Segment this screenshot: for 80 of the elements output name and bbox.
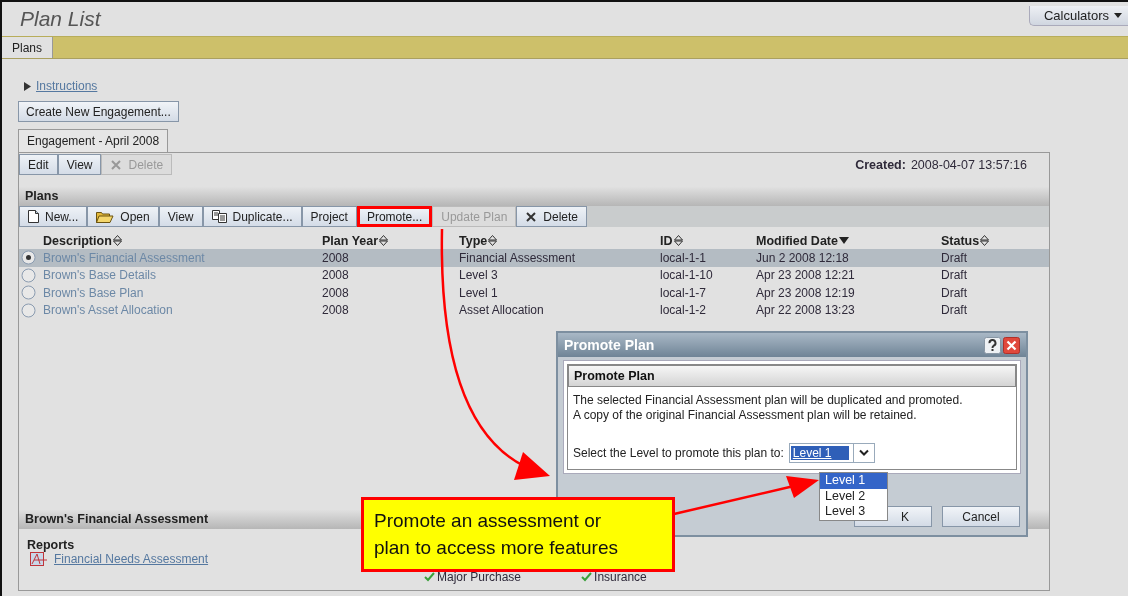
check-label: Insurance: [594, 570, 647, 584]
table-cell-text: 2008: [322, 250, 350, 265]
report-icon: [30, 552, 48, 566]
delete-icon: [525, 210, 538, 223]
table-cell-text: Draft: [941, 250, 968, 265]
column-header[interactable]: ID: [660, 233, 756, 248]
toolbar-button[interactable]: Duplicate...: [202, 206, 302, 227]
table-cell-text: Apr 23 2008 12:21: [756, 268, 856, 283]
select-label: Select the Level to promote this plan to:: [573, 446, 784, 460]
table-cell-text: 2008: [322, 303, 350, 318]
engagement-tab[interactable]: Engagement - April 2008: [18, 129, 169, 152]
table-cell-text: 2008: [322, 285, 350, 300]
table-cell-text: Apr 23 2008 12:19: [756, 285, 856, 300]
column-header[interactable]: Description: [43, 233, 322, 248]
created-value: 2008-04-07 13:57:16: [910, 157, 1027, 172]
table-cell-text: Apr 22 2008 13:23: [756, 303, 856, 318]
table-cell-text: Brown's Base Details: [43, 268, 157, 283]
table-row[interactable]: Brown's Base Details 2008 Level 3 local-1-10 Apr 23 2008 12:21 Draft: [19, 266, 1049, 284]
callout-note: Promote an assessment or plan to access more features: [361, 497, 675, 572]
toolbar-button[interactable]: Project: [301, 206, 357, 227]
reports-label: Reports: [27, 538, 75, 552]
section-header: Plans: [19, 186, 1049, 206]
dropdown-option[interactable]: Level 1: [820, 473, 887, 489]
section-title: Promote Plan: [568, 365, 1016, 387]
table-cell-text: Level 1: [459, 285, 499, 300]
dialog-title: Promote Plan: [564, 337, 655, 353]
table-cell-text: Draft: [941, 268, 968, 283]
table-cell-text: Draft: [941, 303, 968, 318]
toolbar-button[interactable]: Edit: [19, 154, 58, 175]
toolbar-button[interactable]: View: [57, 154, 102, 175]
expand-icon[interactable]: [23, 81, 31, 91]
radio-button[interactable]: [21, 285, 36, 301]
table-cell-text: Brown's Base Plan: [43, 285, 145, 300]
table-cell-text: Financial Assessment: [459, 250, 577, 265]
column-header[interactable]: Modified Date: [756, 233, 941, 248]
document-icon: [28, 210, 39, 223]
table-cell-text: local-1-1: [660, 250, 708, 265]
close-icon[interactable]: [1003, 336, 1020, 354]
instructions-link[interactable]: Instructions: [36, 79, 98, 93]
column-header[interactable]: Status: [941, 233, 1049, 248]
radio-button[interactable]: [21, 302, 36, 318]
column-header[interactable]: Plan Year: [322, 233, 459, 248]
table-cell-text: Draft: [941, 285, 968, 300]
toolbar-button[interactable]: New...: [19, 206, 88, 227]
calculators-button[interactable]: Calculators: [1028, 6, 1128, 26]
help-icon[interactable]: [984, 336, 1001, 354]
table-row[interactable]: Brown's Asset Allocation 2008 Asset Allocation local-1-2 Apr 22 2008 13:23 Draft: [19, 301, 1049, 319]
table-cell-text: local-1-10: [660, 268, 714, 283]
created-label: Created:: [855, 157, 906, 172]
toolbar-button[interactable]: Delete: [516, 206, 587, 227]
table-cell-text: Brown's Asset Allocation: [43, 303, 174, 318]
table-cell-text: Jun 2 2008 12:18: [756, 250, 850, 265]
dropdown-option[interactable]: Level 2: [820, 488, 887, 504]
column-header[interactable]: Type: [459, 233, 660, 248]
caret-icon: [1114, 13, 1122, 18]
folder-icon: [96, 210, 115, 223]
message-text: The selected Financial Assessment plan will be duplicated and promoted.: [573, 393, 964, 408]
level-dropdown[interactable]: Level 1: [788, 443, 875, 463]
check-label: Major Purchase: [437, 570, 522, 584]
page-title: Plan List: [20, 7, 101, 31]
tab[interactable]: Plans: [2, 37, 54, 58]
message-text: A copy of the original Financial Assessment plan will be retained.: [573, 408, 918, 423]
cancel-button[interactable]: Cancel: [942, 506, 1020, 527]
toolbar-button[interactable]: Promote...: [356, 206, 433, 227]
copy-icon: [211, 210, 227, 223]
delete-icon: [110, 158, 123, 171]
radio-button[interactable]: [21, 250, 36, 266]
create-engagement-button[interactable]: Create New Engagement...: [18, 101, 179, 122]
table-cell-text: Asset Allocation: [459, 303, 545, 318]
toolbar-button[interactable]: Open: [87, 206, 159, 227]
table-cell-text: local-1-7: [660, 285, 708, 300]
table-cell-text: Brown's Financial Assessment: [43, 250, 206, 265]
table-row[interactable]: Brown's Financial Assessment 2008 Financial Assessment local-1-1 Jun 2 2008 12:18 Draft: [19, 249, 1049, 267]
report-link[interactable]: Financial Needs Assessment: [54, 552, 209, 566]
table-row[interactable]: Brown's Base Plan 2008 Level 1 local-1-7 Apr 23 2008 12:19 Draft: [19, 284, 1049, 302]
radio-button[interactable]: [21, 267, 36, 283]
table-cell-text: local-1-2: [660, 303, 708, 318]
table-cell-text: Level 3: [459, 268, 499, 283]
table-cell-text: 2008: [322, 268, 350, 283]
toolbar-button[interactable]: View: [158, 206, 203, 227]
